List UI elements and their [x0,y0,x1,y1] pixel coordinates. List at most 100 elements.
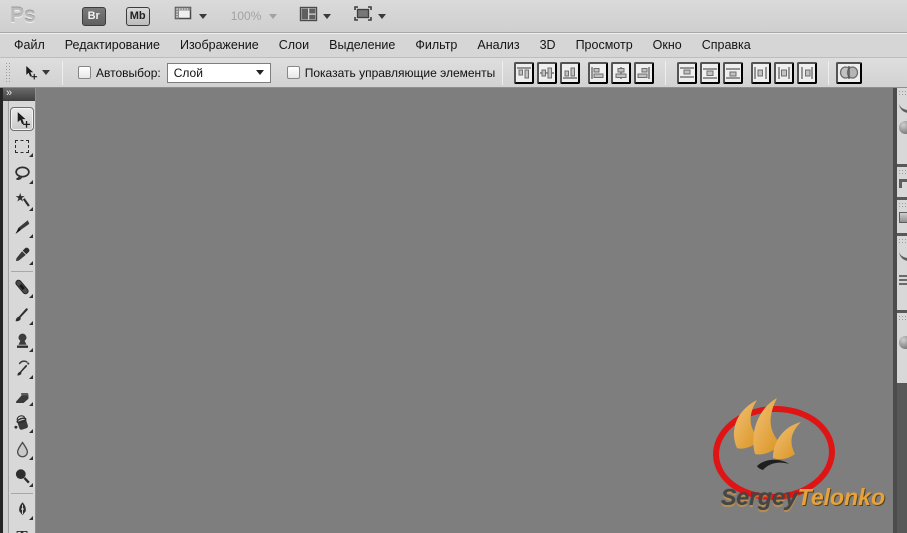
tool-options-bar: Автовыбор: Слой Показать управляющие эле… [0,58,907,88]
tool-eyedropper[interactable] [10,242,34,266]
move-tool-icon [17,111,30,128]
move-tool-preset[interactable] [18,63,55,82]
align-vertical-centers-button[interactable] [537,61,558,84]
menu-help[interactable]: Справка [692,34,761,57]
clone-stamp-tool-icon [16,333,28,348]
application-bar: Ps Br Mb 100% [0,0,907,33]
menu-select[interactable]: Выделение [319,34,405,57]
menu-image[interactable]: Изображение [170,34,269,57]
panel-grip[interactable] [898,202,907,207]
menu-bar: Файл Редактирование Изображение Слои Выд… [0,33,907,58]
menu-view[interactable]: Просмотр [566,34,643,57]
separator [828,60,830,85]
lasso-tool-icon [14,165,30,180]
marquee-tool-icon [15,139,29,153]
panel-icon [899,212,907,223]
align-top-edges-button[interactable] [514,61,535,84]
distribute-vertical-centers-button[interactable] [700,61,721,84]
distribute-horizontal-centers-button[interactable] [774,61,795,84]
panel-dock-group[interactable] [897,313,907,383]
separator [62,60,63,85]
auto-align-layers-icon [840,66,859,79]
auto-align-layers-button[interactable] [836,61,863,84]
menu-file[interactable]: Файл [4,34,55,57]
autoselect-target-dropdown[interactable]: Слой [166,62,271,83]
distribute-top-edges-button[interactable] [677,61,698,84]
tool-pen[interactable] [10,497,34,521]
tool-crop[interactable] [10,215,34,239]
brush-tool-icon [15,307,28,321]
zoom-level-value[interactable]: 100% [231,9,262,23]
tool-brush[interactable] [10,302,34,326]
arrange-documents-control[interactable] [299,6,332,27]
watermark-name-dark: Sergey [720,484,798,510]
separator [11,493,33,494]
blur-tool-icon [16,440,28,457]
dropdown-arrow-icon [255,70,264,75]
menu-window[interactable]: Окно [643,34,692,57]
distribute-bottom-edges-icon [726,67,741,79]
panel-grip[interactable] [898,169,907,174]
panel-icon [899,121,907,134]
distribute-right-edges-icon [801,66,814,79]
align-horizontal-centers-button[interactable] [611,61,632,84]
collapse-dock-icon[interactable]: » [3,88,35,101]
magic-wand-tool-icon [15,192,30,207]
menu-3d[interactable]: 3D [530,34,566,57]
launch-mini-bridge-button[interactable]: Mb [125,6,150,26]
options-bar-grip[interactable] [5,61,12,84]
distribute-top-edges-icon [680,66,695,78]
tool-paint-bucket[interactable] [10,410,34,434]
eraser-tool-icon [15,392,28,403]
align-left-edges-button[interactable] [588,61,609,84]
screen-mode-control[interactable] [353,5,387,27]
panel-grip[interactable] [898,90,907,95]
eyedropper-tool-icon [15,247,29,261]
menu-filter[interactable]: Фильтр [405,34,467,57]
arrange-documents-icon [299,6,318,27]
tool-dodge[interactable] [10,464,34,488]
menu-layers[interactable]: Слои [269,34,319,57]
canvas-area[interactable]: SergeyTelonko [36,88,893,533]
panel-dock-group[interactable] [897,88,907,164]
panel-dock-group[interactable] [897,200,907,233]
autoselect-target-value: Слой [173,65,203,80]
dodge-tool-icon [15,468,30,483]
align-bottom-edges-button[interactable] [560,61,581,84]
distribute-left-edges-button[interactable] [751,61,772,84]
align-right-edges-button[interactable] [634,61,655,84]
tool-type[interactable]: T [10,524,34,533]
tool-clone-stamp[interactable] [10,329,34,353]
tool-blur[interactable] [10,437,34,461]
tool-eraser[interactable] [10,383,34,407]
tool-magic-wand[interactable] [10,188,34,212]
separator [502,60,504,85]
tool-lasso[interactable] [10,161,34,185]
tool-healing-brush[interactable] [10,275,34,299]
align-top-edges-icon [517,66,532,78]
move-cursor-icon [26,65,38,80]
align-left-edges-icon [591,66,604,79]
panel-grip[interactable] [898,238,907,243]
panel-dock-group[interactable] [897,167,907,197]
view-extras-icon [172,5,194,27]
align-right-edges-icon [637,66,651,79]
autoselect-checkbox[interactable] [78,66,91,79]
tool-move[interactable] [10,107,34,131]
tool-rectangular-marquee[interactable] [10,134,34,158]
distribute-right-edges-button[interactable] [797,61,818,84]
menu-edit[interactable]: Редактирование [55,34,170,57]
panel-grip[interactable] [898,315,907,320]
view-extras-control[interactable] [172,5,207,27]
dropdown-arrow-icon [198,13,207,19]
tool-history-brush[interactable] [10,356,34,380]
panel-dock-group[interactable] [897,236,907,310]
tools-panel: » [0,88,36,533]
launch-bridge-button[interactable]: Br [81,6,106,26]
align-vertical-centers-icon [540,67,555,78]
show-transform-controls-checkbox[interactable] [286,66,300,79]
panel-icon [899,336,907,349]
dropdown-arrow-icon [378,13,387,19]
distribute-bottom-edges-button[interactable] [723,61,744,84]
menu-analysis[interactable]: Анализ [467,34,529,57]
